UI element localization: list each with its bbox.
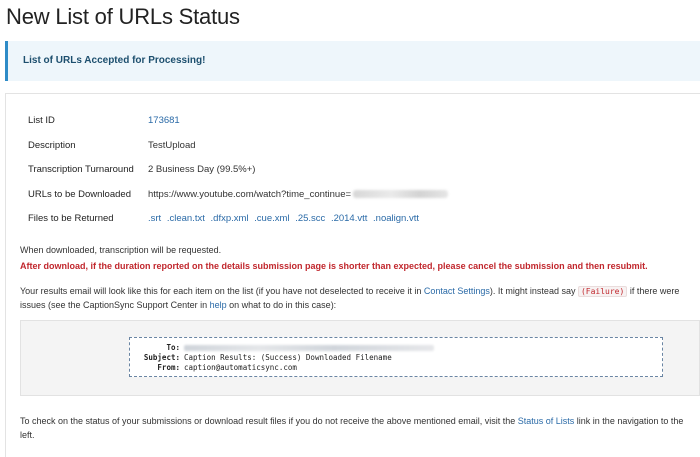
email-subject-label: Subject: [143, 353, 180, 362]
email-from-value: caption@automaticsync.com [184, 363, 297, 372]
detail-value-wrap: https://www.youtube.com/watch?time_conti… [148, 188, 449, 200]
detail-value: TestUpload [148, 139, 196, 151]
info-text: When downloaded, transcription will be r… [20, 245, 222, 255]
list-id-link[interactable]: 173681 [148, 115, 180, 126]
file-link-25-scc[interactable]: .25.scc [295, 213, 325, 224]
results-email-description: Your results email will look like this f… [20, 285, 692, 312]
contact-settings-link[interactable]: Contact Settings [424, 286, 490, 296]
email-to-label: To: [166, 343, 180, 352]
detail-label: Transcription Turnaround [28, 164, 134, 175]
text-segment: Your results email will look like this f… [20, 286, 424, 296]
file-link-noalign-vtt[interactable]: .noalign.vtt [373, 213, 419, 224]
detail-row-turnaround: Transcription Turnaround 2 Business Day … [22, 158, 482, 183]
file-link-dfxp-xml[interactable]: .dfxp.xml [211, 213, 249, 224]
detail-label: List ID [28, 115, 55, 126]
detail-row-list-id: List ID 173681 [22, 109, 482, 134]
warning-text: After download, if the duration reported… [20, 261, 648, 271]
email-subject-value: Caption Results: (Success) Downloaded Fi… [184, 353, 392, 362]
file-link-srt[interactable]: .srt [148, 213, 161, 224]
detail-row-description: Description TestUpload [22, 134, 482, 159]
email-from-label: From: [157, 363, 180, 372]
detail-row-urls: URLs to be Downloaded https://www.youtub… [22, 183, 482, 208]
file-link-2014-vtt[interactable]: .2014.vtt [331, 213, 367, 224]
text-segment: To check on the status of your submissio… [20, 416, 518, 426]
file-link-cue-xml[interactable]: .cue.xml [254, 213, 289, 224]
detail-row-files: Files to be Returned .srt .clean.txt .df… [22, 207, 482, 232]
help-link[interactable]: help [210, 300, 227, 310]
email-example: To: Subject: Caption Results: (Success) … [129, 337, 663, 377]
email-to-value [184, 343, 434, 352]
page-title: New List of URLs Status [6, 4, 240, 29]
detail-value: 2 Business Day (99.5%+) [148, 164, 256, 175]
text-segment: on what to do in this case): [226, 299, 337, 310]
failure-code: (Failure) [577, 286, 628, 297]
success-alert: List of URLs Accepted for Processing! [5, 41, 700, 81]
detail-label: Files to be Returned [28, 213, 114, 224]
status-of-lists-link[interactable]: Status of Lists [518, 416, 575, 426]
text-segment: ). It might instead say [489, 286, 578, 296]
details-table: List ID 173681 Description TestUpload Tr… [22, 109, 482, 232]
footer-instructions: To check on the status of your submissio… [20, 414, 698, 442]
url-value: https://www.youtube.com/watch?time_conti… [148, 188, 352, 200]
email-example-box: To: Subject: Caption Results: (Success) … [20, 320, 700, 396]
redacted-to-blur [184, 345, 434, 351]
alert-message: List of URLs Accepted for Processing! [23, 55, 206, 66]
file-types-list: .srt .clean.txt .dfxp.xml .cue.xml .25.s… [148, 213, 422, 224]
detail-label: Description [28, 139, 76, 151]
redacted-url-blur [353, 189, 449, 198]
detail-label: URLs to be Downloaded [28, 188, 131, 200]
file-link-clean-txt[interactable]: .clean.txt [167, 213, 205, 224]
